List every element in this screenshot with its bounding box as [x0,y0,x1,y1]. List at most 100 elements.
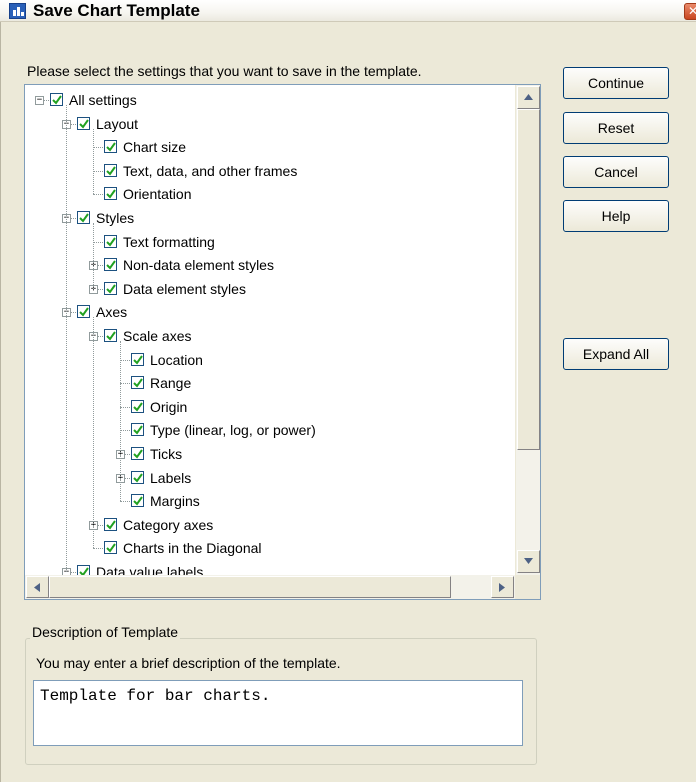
tree-guide-line [93,317,94,549]
tree-node[interactable]: Location [25,351,515,375]
checkmark-icon [133,402,143,412]
checkmark-icon [106,520,116,530]
arrow-down-icon [524,558,533,564]
checkbox[interactable] [104,329,117,342]
checkbox[interactable] [104,163,117,177]
tree-guide-line [93,223,94,289]
expand-all-button[interactable]: Expand All [563,338,669,370]
tree-node[interactable]: + Labels [25,469,515,493]
tree-node-label: Text formatting [123,233,215,250]
description-hint: You may enter a brief description of the… [36,655,341,671]
tree-node-label: Category axes [123,516,214,533]
checkbox[interactable] [77,116,90,130]
tree-node[interactable]: Margins [25,492,515,516]
tree-node[interactable]: Chart size [25,138,515,162]
scroll-down-button[interactable] [517,550,540,573]
description-group-title: Description of Template [30,624,181,640]
tree-guide-line [120,341,121,502]
tree-node[interactable]: − Data value labels [25,563,515,575]
checkmark-icon [106,284,116,294]
arrow-left-icon [34,583,40,592]
tree-node-label: Styles [96,210,135,226]
checkmark-icon [106,543,116,553]
cancel-button[interactable]: Cancel [563,156,669,188]
tree-node[interactable]: + Ticks [25,445,515,469]
checkmark-icon [106,166,116,176]
checkmark-icon [106,142,116,152]
vertical-scroll-thumb[interactable] [517,109,540,450]
scroll-left-button[interactable] [26,576,49,598]
checkmark-icon [106,237,116,247]
checkmark-icon [133,473,143,483]
tree-node[interactable]: − Styles [25,209,515,233]
tree-node[interactable]: − Layout [25,115,515,139]
tree-node-label: Scale axes [123,328,192,344]
checkbox[interactable] [77,211,90,224]
tree-node[interactable]: Origin [25,398,515,422]
tree-node-label: Axes [96,304,128,321]
description-textarea[interactable]: Template for bar charts. [33,680,523,746]
tree-node[interactable]: Orientation [25,185,515,209]
checkmark-icon [133,378,143,388]
tree-node[interactable]: + Data element styles [25,280,515,304]
checkbox[interactable] [131,352,144,366]
checkbox[interactable] [104,541,117,555]
checkmark-icon [106,331,116,341]
checkbox[interactable] [77,565,90,575]
collapse-icon[interactable]: − [35,96,44,105]
tree-node[interactable]: + Non-data element styles [25,256,515,280]
window-frame [0,22,8,782]
reset-button[interactable]: Reset [563,112,669,144]
title-bar: Save Chart Template ✕ [0,0,696,22]
checkmark-icon [79,567,89,575]
close-button[interactable]: ✕ [684,3,696,20]
chart-app-icon [9,3,26,19]
tree-node-label: Data value labels [96,564,204,575]
checkmark-icon [106,260,116,270]
vertical-scrollbar[interactable] [515,85,540,575]
checkbox[interactable] [131,447,144,460]
tree-node[interactable]: Text formatting [25,233,515,257]
scroll-right-button[interactable] [491,576,514,598]
tree-node[interactable]: Range [25,374,515,398]
horizontal-scroll-thumb[interactable] [49,576,451,598]
tree-node[interactable]: − All settings [25,91,515,115]
checkbox[interactable] [104,187,117,201]
checkbox[interactable] [131,423,144,437]
horizontal-scrollbar[interactable] [25,575,515,599]
checkbox[interactable] [131,399,144,413]
tree-node[interactable]: Charts in the Diagonal [25,539,515,563]
checkbox[interactable] [131,470,144,484]
tree-node[interactable]: + Category axes [25,516,515,540]
tree-node-label: Ticks [150,446,183,462]
checkbox[interactable] [77,305,90,319]
checkbox[interactable] [131,494,144,508]
checkbox[interactable] [50,93,63,106]
continue-button[interactable]: Continue [563,67,669,99]
tree-node-label: Non-data element styles [123,257,274,274]
settings-tree[interactable]: − All settings − Layout Chart size Text, data… [24,84,541,600]
tree-node-label: Origin [150,398,188,415]
scroll-up-button[interactable] [517,86,540,109]
tree-node-label: Labels [150,469,192,486]
checkmark-icon [79,119,89,129]
tree-node-label: Orientation [123,186,192,203]
checkmark-icon [52,95,62,105]
tree-node-label: Chart size [123,139,187,156]
checkbox[interactable] [104,258,117,272]
tree-node[interactable]: − Scale axes [25,327,515,351]
checkbox[interactable] [104,281,117,295]
help-button[interactable]: Help [563,200,669,232]
checkbox[interactable] [104,140,117,154]
checkmark-icon [133,425,143,435]
checkbox[interactable] [104,517,117,531]
checkbox[interactable] [131,376,144,390]
tree-node[interactable]: − Axes [25,303,515,327]
tree-node-label: Type (linear, log, or power) [150,422,316,439]
tree-node[interactable]: Type (linear, log, or power) [25,421,515,445]
tree-node-label: Charts in the Diagonal [123,540,262,557]
window-title: Save Chart Template [33,1,200,20]
tree-node[interactable]: Text, data, and other frames [25,162,515,186]
arrow-up-icon [524,94,533,100]
checkbox[interactable] [104,234,117,248]
